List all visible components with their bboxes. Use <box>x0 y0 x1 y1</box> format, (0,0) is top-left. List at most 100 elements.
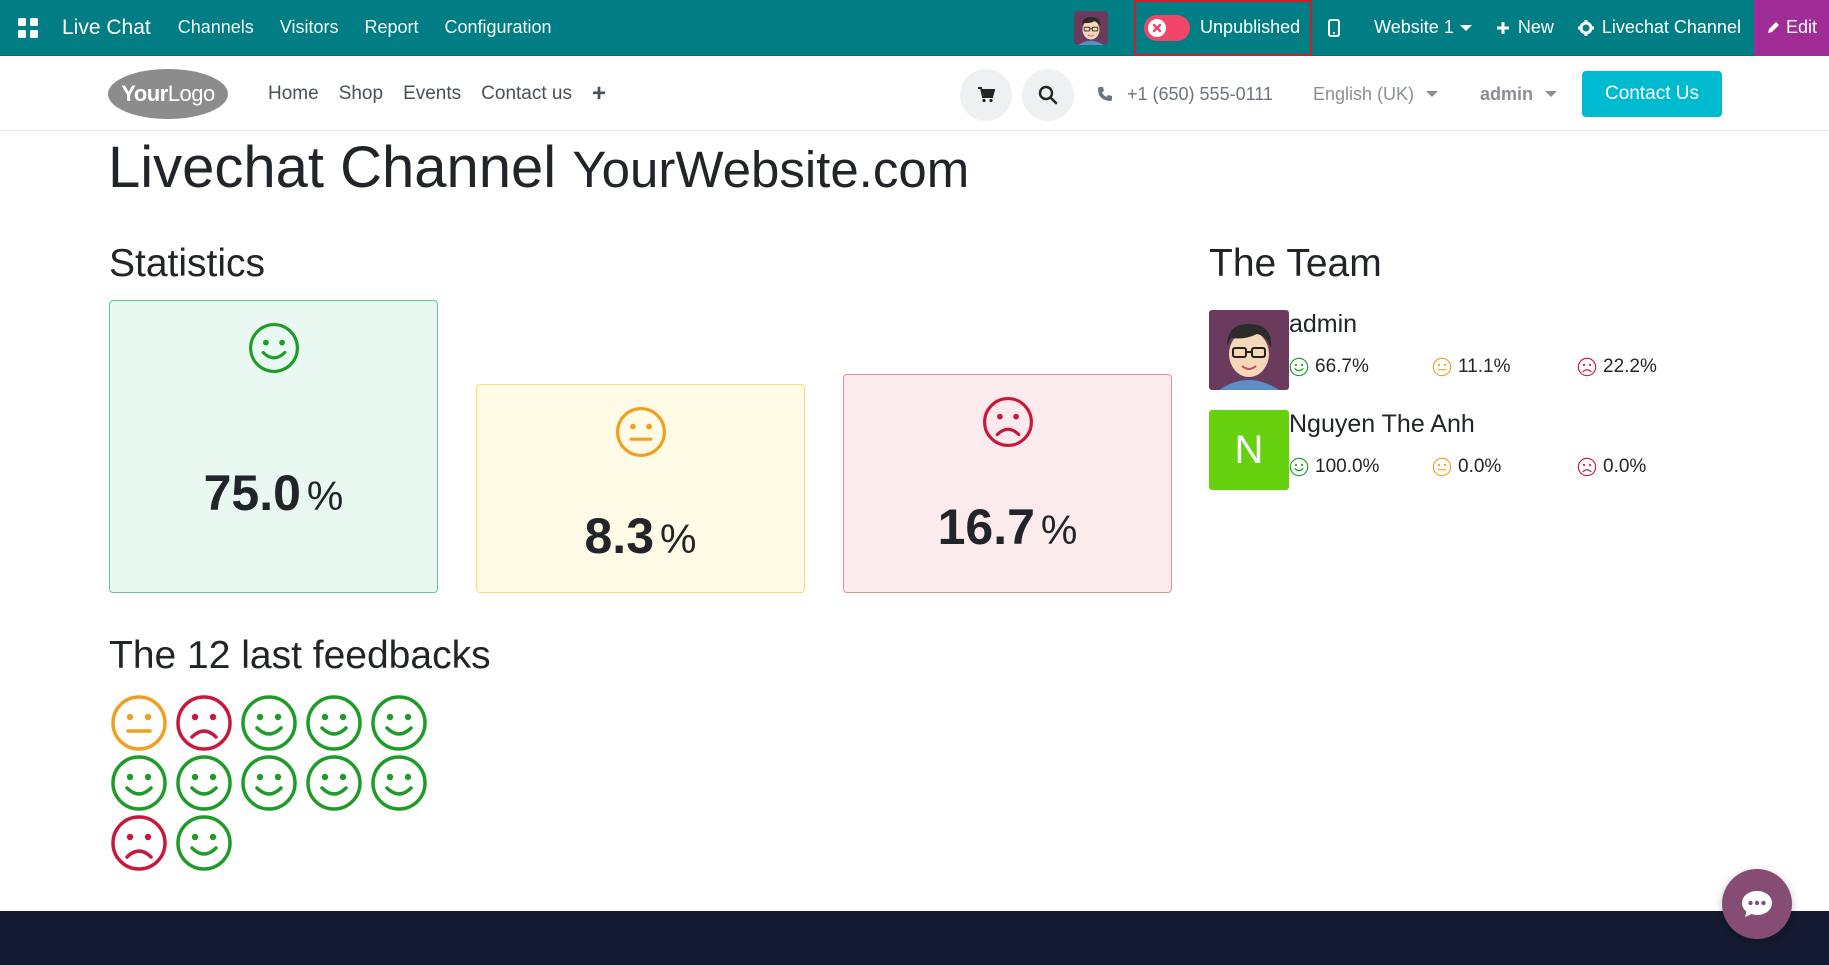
happy-face-icon <box>111 755 167 811</box>
pencil-icon <box>1767 21 1779 33</box>
menu-visitors[interactable]: Visitors <box>267 17 352 38</box>
feedback-row <box>109 813 449 873</box>
website-switcher[interactable]: Website 1 <box>1362 17 1484 38</box>
member-neutral-rate: 11.1% <box>1432 356 1510 378</box>
sad-face-icon <box>176 695 232 751</box>
contact-us-button[interactable]: Contact Us <box>1582 71 1722 117</box>
new-label: New <box>1517 17 1554 37</box>
sad-face-icon <box>1577 457 1597 477</box>
happy-face-icon <box>247 321 301 375</box>
sad-face-icon <box>981 395 1035 449</box>
menu-channels[interactable]: Channels <box>165 17 267 38</box>
language-label: English (UK) <box>1313 83 1415 104</box>
sad-face-icon <box>111 815 167 871</box>
stat-happy-value: 75.0 <box>203 465 301 521</box>
user-name: admin <box>1480 83 1534 104</box>
language-selector[interactable]: English (UK) <box>1313 57 1439 131</box>
app-name[interactable]: Live Chat <box>62 16 151 40</box>
chevron-down-icon <box>1426 91 1439 97</box>
neutral-face-icon <box>1432 457 1452 477</box>
feedback-grid <box>109 693 449 873</box>
search-icon <box>1038 85 1058 105</box>
publish-toggle[interactable]: Unpublished <box>1134 0 1313 56</box>
stat-sad-value: 16.7 <box>937 499 1035 555</box>
site-logo[interactable]: YourLogo <box>108 69 228 119</box>
page-subtitle: YourWebsite.com <box>572 141 970 198</box>
apps-menu-icon[interactable] <box>0 0 56 56</box>
site-footer <box>0 911 1829 965</box>
new-button[interactable]: New <box>1484 17 1566 38</box>
happy-face-icon <box>1289 457 1309 477</box>
chat-bubble-icon <box>1742 891 1772 917</box>
nav-home[interactable]: Home <box>258 83 329 105</box>
stat-unit: % <box>660 516 697 562</box>
feedback-row <box>109 693 449 753</box>
statistics-heading: Statistics <box>109 242 266 285</box>
member-neutral-rate: 0.0% <box>1432 456 1501 478</box>
feedback-heading: The 12 last feedbacks <box>109 634 491 677</box>
happy-face-icon <box>241 755 297 811</box>
chevron-down-icon <box>1545 91 1558 97</box>
neutral-face-icon <box>614 405 668 459</box>
edit-label: Edit <box>1785 17 1817 37</box>
edit-button[interactable]: Edit <box>1753 0 1829 56</box>
cart-icon <box>978 87 995 103</box>
happy-face-icon <box>176 815 232 871</box>
member-avatar[interactable] <box>1209 310 1289 390</box>
team-member: admin 66.7% 11.1% 22.2% <box>1209 310 1709 392</box>
chevron-down-icon <box>1459 24 1472 31</box>
team-heading: The Team <box>1209 242 1382 285</box>
search-button[interactable] <box>1022 69 1074 121</box>
close-icon <box>1148 18 1167 37</box>
member-happy-rate: 100.0% <box>1289 456 1379 478</box>
mobile-icon <box>1328 18 1341 37</box>
member-name: admin <box>1289 310 1358 338</box>
menu-report[interactable]: Report <box>351 17 431 38</box>
member-name: Nguyen The Anh <box>1289 410 1475 438</box>
happy-face-icon <box>306 695 362 751</box>
nav-events[interactable]: Events <box>393 83 471 105</box>
neutral-face-icon <box>1432 357 1452 377</box>
plus-icon <box>1496 21 1509 34</box>
member-sad-rate: 22.2% <box>1577 356 1657 378</box>
stat-card-happy: 75.0% <box>109 300 438 593</box>
member-avatar[interactable]: N <box>1209 410 1289 490</box>
happy-face-icon <box>306 755 362 811</box>
menu-configuration[interactable]: Configuration <box>432 17 565 38</box>
livechat-channel-label: Livechat Channel <box>1601 17 1741 37</box>
website-label: Website 1 <box>1374 17 1454 37</box>
user-menu[interactable]: admin <box>1480 57 1558 131</box>
user-avatar[interactable] <box>1074 11 1108 45</box>
stat-unit: % <box>306 473 344 519</box>
cart-button[interactable] <box>960 69 1012 121</box>
stat-neutral-value: 8.3 <box>584 508 655 564</box>
member-sad-rate: 0.0% <box>1577 456 1646 478</box>
neutral-face-icon <box>111 695 167 751</box>
feedback-row <box>109 753 449 813</box>
page-title: Livechat Channel YourWebsite.com <box>108 135 970 200</box>
nav-contact-us[interactable]: Contact us <box>471 83 582 105</box>
happy-face-icon <box>241 695 297 751</box>
odoo-topbar: Live Chat Channels Visitors Report Confi… <box>0 0 1829 56</box>
phone-icon <box>1098 87 1112 101</box>
livechat-channel-button[interactable]: Livechat Channel <box>1566 17 1753 38</box>
member-happy-rate: 66.7% <box>1289 356 1369 378</box>
happy-face-icon <box>371 755 427 811</box>
unpublished-switch[interactable] <box>1144 14 1191 41</box>
happy-face-icon <box>371 695 427 751</box>
sad-face-icon <box>1577 357 1597 377</box>
gear-icon <box>1577 19 1594 36</box>
happy-face-icon <box>1289 357 1309 377</box>
stat-unit: % <box>1040 507 1078 553</box>
mobile-preview-button[interactable] <box>1322 18 1362 37</box>
phone-number: +1 (650) 555-0111 <box>1127 83 1273 104</box>
stat-card-sad: 16.7% <box>843 374 1172 593</box>
add-menu-icon[interactable]: + <box>582 80 616 108</box>
nav-shop[interactable]: Shop <box>329 83 393 105</box>
phone-link[interactable]: +1 (650) 555-0111 <box>1097 57 1273 131</box>
team-member: N Nguyen The Anh 100.0% 0.0% 0.0% <box>1209 410 1709 492</box>
site-nav: Home Shop Events Contact us + <box>258 57 616 131</box>
publish-status-label: Unpublished <box>1200 17 1301 37</box>
happy-face-icon <box>176 755 232 811</box>
livechat-button[interactable] <box>1722 869 1792 939</box>
